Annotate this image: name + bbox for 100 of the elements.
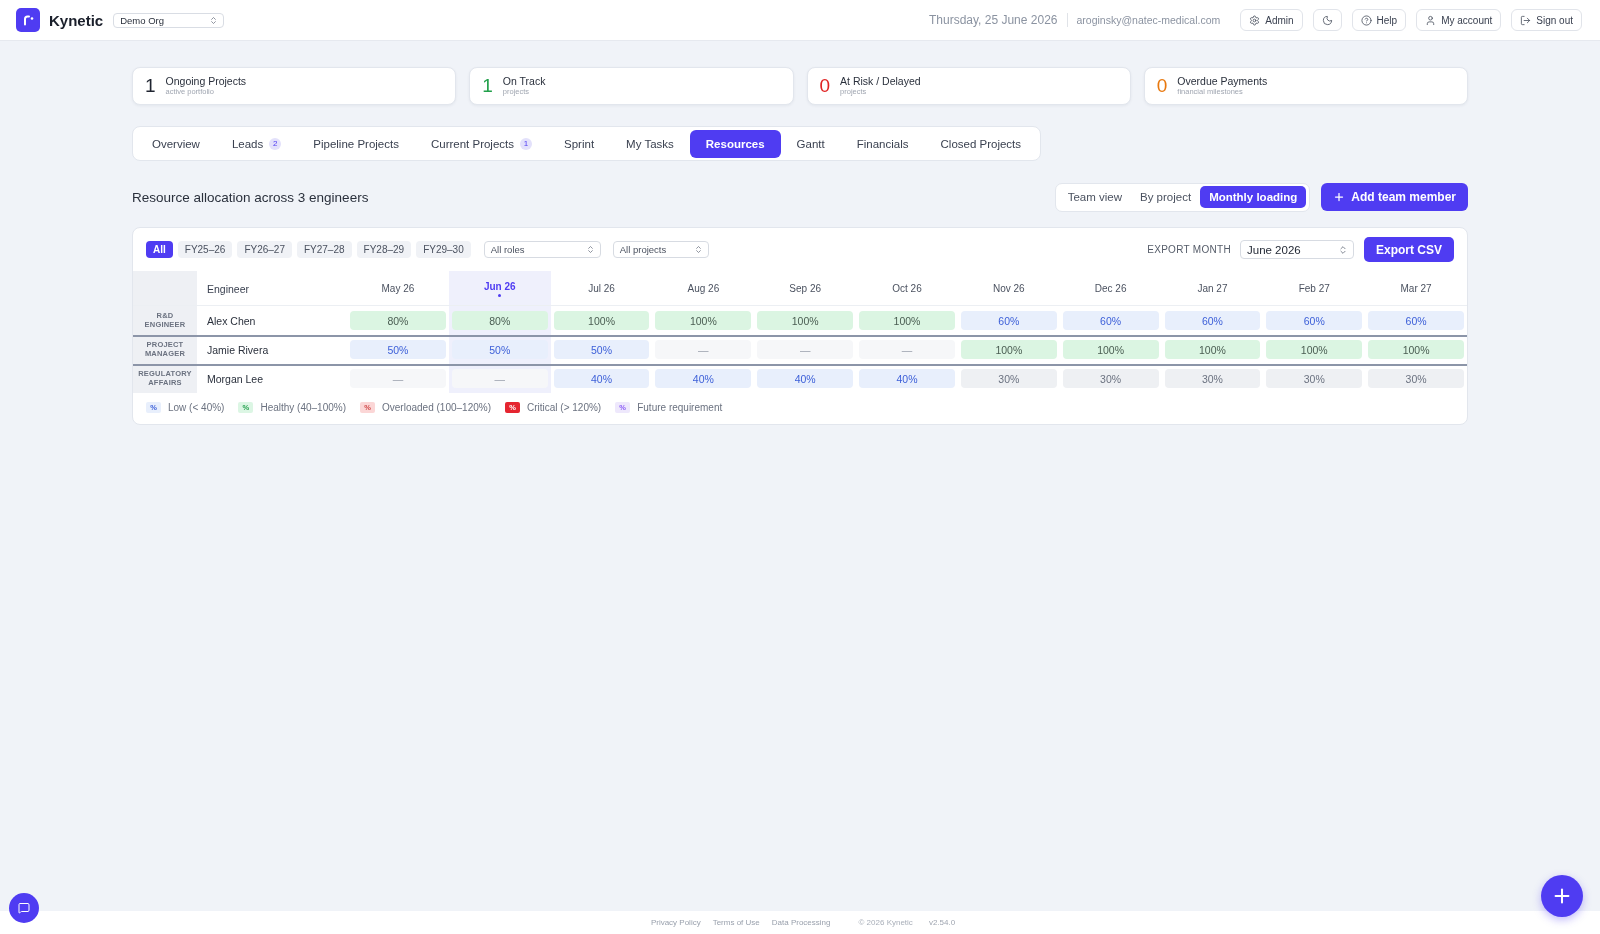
allocation-cell: 100% xyxy=(553,311,650,330)
admin-button[interactable]: Admin xyxy=(1240,9,1303,31)
project-select[interactable]: All projects xyxy=(612,241,709,258)
user-icon xyxy=(1425,14,1437,26)
view-option[interactable]: By project xyxy=(1131,186,1201,208)
year-filter-chip[interactable]: FY25–26 xyxy=(177,241,233,258)
year-filter-chip[interactable]: FY28–29 xyxy=(356,241,412,258)
help-button[interactable]: Help xyxy=(1351,9,1407,31)
version-text: v2.54.0 xyxy=(928,918,956,927)
month-heading: May 26 xyxy=(381,283,415,294)
allocation-cell: 30% xyxy=(1368,369,1464,388)
month-heading: Jul 26 xyxy=(588,283,615,294)
engineer-name: Jamie Rivera xyxy=(206,343,270,356)
legend-label: Critical (> 120%) xyxy=(527,402,602,413)
chat-button[interactable] xyxy=(9,893,39,923)
allocation-cell: 30% xyxy=(1164,369,1261,388)
allocation-cell: — xyxy=(350,369,446,388)
logo-icon xyxy=(16,8,40,32)
org-select[interactable]: Demo Org xyxy=(113,12,225,28)
tab[interactable]: Gantt xyxy=(780,129,841,158)
month-heading: Feb 27 xyxy=(1298,283,1330,294)
count-badge: 1 xyxy=(520,137,533,150)
allocation-cell: — xyxy=(757,340,854,359)
stat-value: 0 xyxy=(819,75,831,97)
tab[interactable]: Current Projects 1 xyxy=(414,129,549,158)
allocation-cell: 80% xyxy=(350,311,446,330)
allocation-cell: — xyxy=(859,340,955,359)
tab[interactable]: Closed Projects xyxy=(924,129,1038,158)
legend-label: Future requirement xyxy=(637,402,723,413)
copyright-text: © 2026 Kynetic xyxy=(858,918,913,927)
chevron-up-down-icon xyxy=(209,15,219,25)
tab[interactable]: Resources xyxy=(689,129,781,158)
tab[interactable]: Pipeline Projects xyxy=(297,129,415,158)
legend-label: Healthy (40–100%) xyxy=(260,402,347,413)
tab[interactable]: Sprint xyxy=(548,129,611,158)
view-option[interactable]: Team view xyxy=(1058,186,1131,208)
plus-icon xyxy=(1333,191,1346,203)
stat-label: On Track xyxy=(502,76,546,88)
count-badge: 2 xyxy=(269,137,282,150)
gear-icon xyxy=(1249,14,1261,26)
export-csv-button[interactable]: Export CSV xyxy=(1364,237,1454,262)
account-button[interactable]: My account xyxy=(1416,9,1502,31)
current-dot-icon xyxy=(498,293,502,297)
allocation-cell: 50% xyxy=(350,340,446,359)
tab[interactable]: My Tasks xyxy=(610,129,690,158)
stat-value: 1 xyxy=(482,75,493,97)
allocation-cell: 40% xyxy=(757,369,854,388)
stat-label: At Risk / Delayed xyxy=(840,76,921,88)
allocation-cell: — xyxy=(655,340,752,359)
allocation-cell: 40% xyxy=(553,369,650,388)
allocation-cell: 40% xyxy=(655,369,752,388)
month-heading: Aug 26 xyxy=(687,283,720,294)
sign-out-button[interactable]: Sign out xyxy=(1511,9,1582,31)
column-heading: Engineer xyxy=(206,282,251,295)
allocation-cell: 50% xyxy=(451,340,548,359)
brand-name: Kynetic xyxy=(49,11,104,29)
month-heading: Jun 26 xyxy=(483,280,516,292)
allocation-cell: 100% xyxy=(1164,340,1261,359)
year-filter-chip[interactable]: All xyxy=(146,241,173,258)
legend-label: Low (< 40%) xyxy=(168,402,225,413)
month-heading: Nov 26 xyxy=(992,283,1025,294)
allocation-cell: 100% xyxy=(960,340,1057,359)
allocation-cell: 60% xyxy=(1368,311,1464,330)
stat-label: Ongoing Projects xyxy=(165,76,247,88)
add-team-member-button[interactable]: Add team member xyxy=(1321,183,1468,211)
year-filter-chip[interactable]: FY29–30 xyxy=(416,241,471,258)
role-select[interactable]: All roles xyxy=(483,241,601,258)
chat-icon xyxy=(18,902,30,914)
year-filter-chip[interactable]: FY26–27 xyxy=(237,241,292,258)
allocation-cell: 60% xyxy=(1164,311,1261,330)
month-heading: Dec 26 xyxy=(1094,283,1127,294)
month-heading: Jan 27 xyxy=(1197,283,1228,294)
allocation-cell: 30% xyxy=(960,369,1057,388)
stat-label: Overdue Payments xyxy=(1177,76,1268,88)
year-filter-chip[interactable]: FY27–28 xyxy=(296,241,352,258)
engineer-name: Morgan Lee xyxy=(206,372,265,385)
allocation-cell: 100% xyxy=(1062,340,1159,359)
tab[interactable]: Financials xyxy=(840,129,925,158)
chevron-up-down-icon xyxy=(1338,244,1348,255)
section-heading: Resource allocation across 3 engineers xyxy=(132,189,369,205)
month-heading: Mar 27 xyxy=(1400,283,1432,294)
allocation-cell: 100% xyxy=(859,311,955,330)
allocation-cell: 60% xyxy=(960,311,1057,330)
allocation-cell: 60% xyxy=(1062,311,1159,330)
sign-out-icon xyxy=(1520,14,1532,26)
month-heading: Oct 26 xyxy=(892,283,922,294)
chevron-up-down-icon xyxy=(585,245,595,254)
tab[interactable]: Leads 2 xyxy=(215,129,298,158)
allocation-cell: 30% xyxy=(1062,369,1159,388)
theme-toggle-button[interactable] xyxy=(1312,9,1342,31)
add-button[interactable] xyxy=(1541,875,1583,917)
view-option[interactable]: Monthly loading xyxy=(1200,186,1307,208)
allocation-cell: 30% xyxy=(1266,369,1363,388)
allocation-cell: — xyxy=(451,369,548,388)
allocation-cell: 50% xyxy=(553,340,650,359)
stat-value: 0 xyxy=(1156,75,1168,97)
tab[interactable]: Overview xyxy=(136,129,216,158)
allocation-cell: 100% xyxy=(757,311,854,330)
export-month-select[interactable]: June 2026 xyxy=(1240,240,1354,259)
date-text: Thursday, 25 June 2026 xyxy=(928,13,1058,27)
